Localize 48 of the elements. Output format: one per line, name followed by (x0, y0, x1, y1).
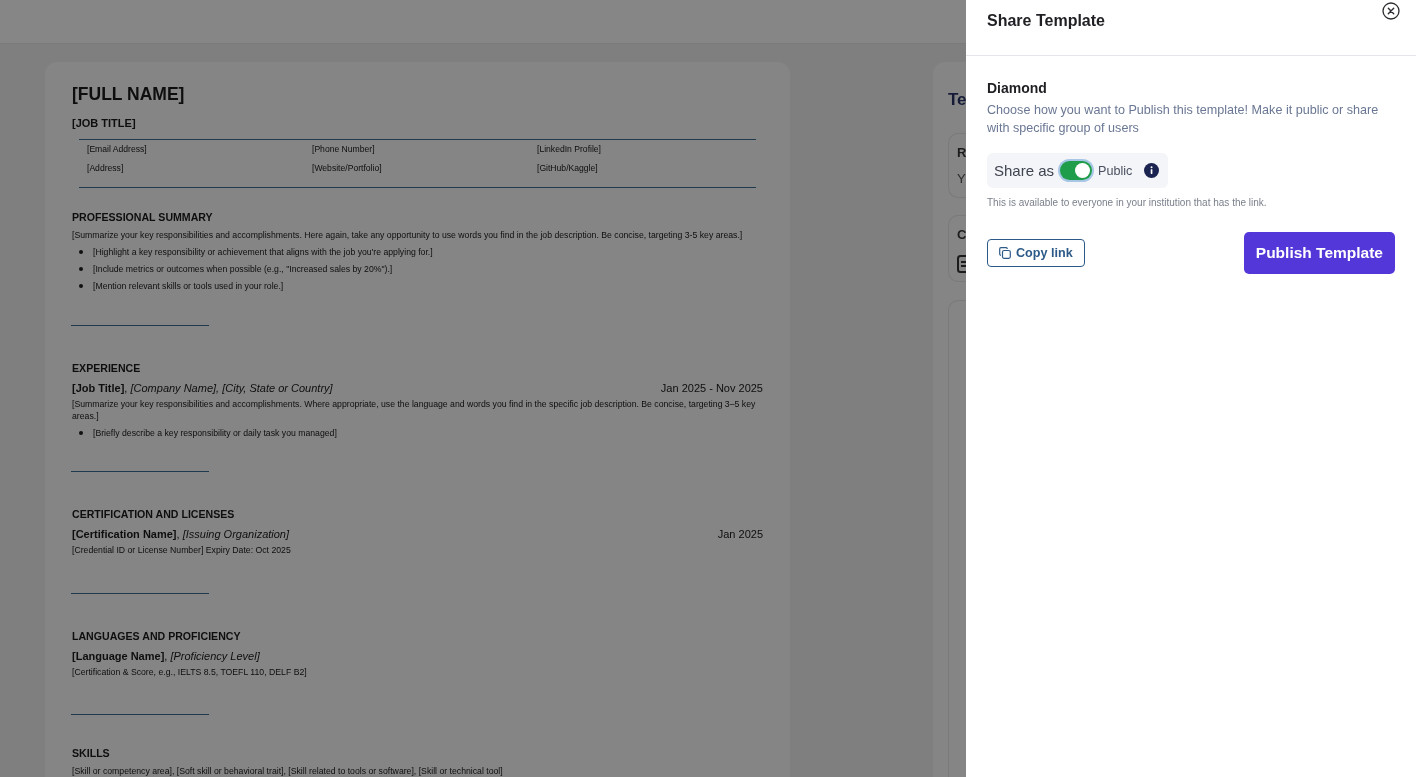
description-text: [Summarize your key responsibilities and accomplishments. Here again, take any opportunity to use words you find in the job description. Be concise, targeting 3-5 key areas.] (72, 229, 744, 242)
info-icon[interactable] (1144, 163, 1160, 178)
bullet-icon (79, 249, 83, 254)
full-name: [FULL NAME] (72, 84, 185, 104)
bullet-text: [Include metrics or outcomes when possible (e.g., "Increased sales by 20%").] (93, 262, 393, 276)
card-title: R (957, 145, 966, 161)
card-title: C (957, 227, 966, 243)
entry-date: Jan 2025 - Nov 2025 (660, 380, 763, 395)
share-label: Share as (994, 162, 1055, 179)
job-title: [JOB TITLE] (72, 116, 136, 130)
bullet-text: [Highlight a key responsibility or achievement that aligns with the job you're applying for.] (93, 245, 433, 258)
section-heading: PROFESSIONAL SUMMARY (72, 210, 213, 224)
availability-note: This is available to everyone in your institution that has the link. (987, 196, 1268, 209)
document-icon (957, 255, 966, 273)
bullet-icon (79, 267, 83, 272)
contact-text: [GitHub/Kaggle] (537, 162, 598, 175)
description-text: [Credential ID or License Number] Expiry Date: Oct 2025 (72, 544, 292, 557)
section-heading: LANGUAGES AND PROFICIENCY (72, 628, 241, 643)
publish-template-button[interactable]: Publish Template (1243, 232, 1395, 274)
entry-title: [Language Name], [Proficiency Level] (72, 648, 260, 663)
entry-title: [Job Title], [Company Name], [City, State or Country] (72, 380, 333, 395)
description-text: Choose how you want to Publish this template! Make it public or share with specific group of users (987, 102, 1380, 137)
card-text: Y (957, 171, 966, 187)
copy-link-button[interactable]: Copy link (987, 239, 1085, 267)
contact-text: [Phone Number] (312, 143, 375, 156)
section-heading: SKILLS (72, 746, 110, 761)
toggle-switch[interactable] (1060, 161, 1093, 180)
toggle-label: Public (1098, 163, 1133, 178)
bullet-text: [Mention relevant skills or tools used in your role.] (93, 280, 284, 293)
contact-text: [Email Address] (87, 143, 147, 156)
copy-icon (999, 247, 1011, 259)
section-heading: CERTIFICATION AND LICENSES (72, 507, 235, 522)
description-text: [Skill or competency area], [Soft skill or behavioral trait], [Skill related to tools or software], [Skill or technical tool] (72, 765, 504, 777)
section-heading: EXPERIENCE (72, 360, 141, 375)
drawer-title: Share Template (987, 12, 1105, 30)
contact-text: [Address] (87, 162, 124, 175)
contact-text: [Website/Portfolio] (312, 162, 382, 175)
entry-date: Jan 2025 (717, 527, 763, 542)
panel-title: Te (948, 89, 966, 111)
close-icon[interactable] (1382, 2, 1400, 20)
bullet-text: [Briefly describe a key responsibility or daily task you managed] (93, 426, 337, 440)
description-text: [Certification & Score, e.g., IELTS 8.5, TOEFL 110, DELF B2] (72, 665, 308, 679)
contact-text: [LinkedIn Profile] (537, 143, 601, 156)
bullet-icon (79, 284, 83, 289)
entry-title: [Certification Name], [Issuing Organization] (72, 527, 290, 542)
bullet-icon (79, 430, 83, 435)
template-name: Diamond (987, 79, 1047, 97)
description-text: [Summarize your key responsibilities and accomplishments. Where appropriate, use the language and words you find in the specific job description. Be concise, targeting 3–5 key areas.] (72, 397, 757, 423)
